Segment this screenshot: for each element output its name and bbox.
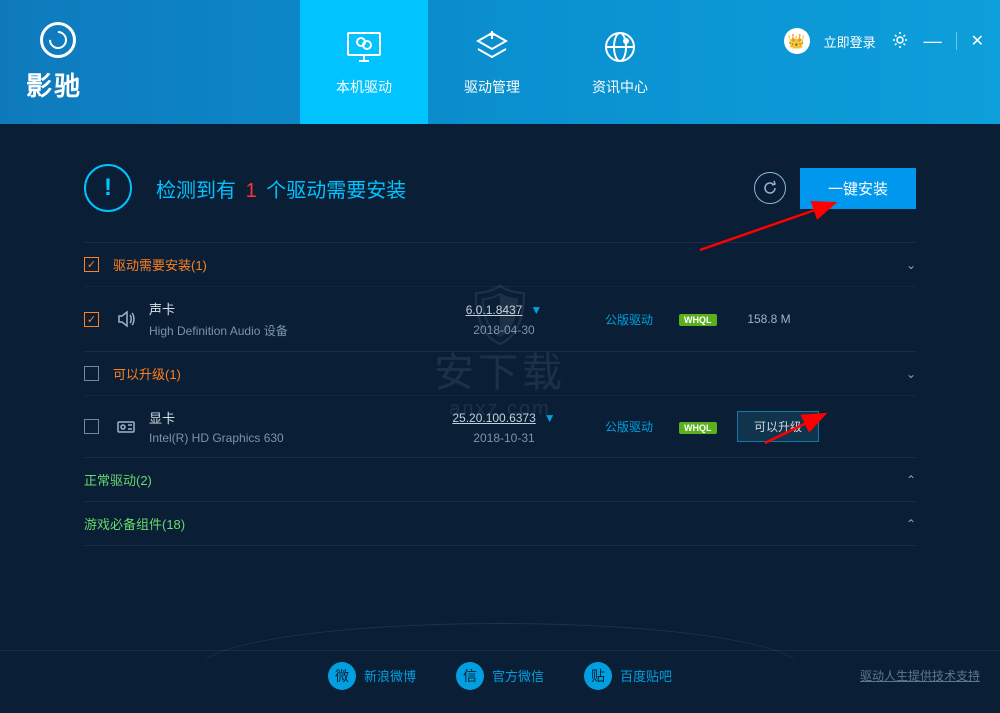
status-count: 1	[246, 180, 257, 202]
header-controls: 👑 立即登录 — ✕	[784, 28, 984, 54]
chevron-down-icon: ⌄	[906, 258, 916, 272]
driver-name: 声卡	[149, 299, 429, 318]
section-title: 驱动需要安装(1)	[113, 255, 207, 274]
settings-icon[interactable]	[890, 30, 910, 53]
status-message: 检测到有 1 个驱动需要安装	[156, 174, 406, 203]
footer-support[interactable]: 驱动人生提供技术支持	[860, 667, 980, 684]
footer-link-weibo[interactable]: 微 新浪微博	[328, 662, 416, 690]
chevron-down-icon: ⌄	[906, 367, 916, 381]
tab-label: 资讯中心	[592, 77, 648, 97]
footer-link-wechat[interactable]: 信 官方微信	[456, 662, 544, 690]
whql-badge: WHQL	[679, 314, 717, 326]
driver-date: 2018-04-30	[429, 323, 579, 337]
wechat-icon: 信	[456, 662, 484, 690]
driver-type[interactable]: 公版驱动	[605, 420, 653, 434]
driver-desc: Intel(R) HD Graphics 630	[149, 431, 429, 445]
driver-row-display: ✓ 显卡 Intel(R) HD Graphics 630 25.20.100.…	[84, 395, 916, 457]
section-need-install: ✓ 驱动需要安装(1) ⌄ ✓ 声卡 High Definition Audio…	[84, 242, 916, 351]
driver-type[interactable]: 公版驱动	[605, 313, 653, 327]
close-button[interactable]: ✕	[971, 31, 984, 51]
section-title: 正常驱动(2)	[84, 470, 152, 489]
gpu-icon	[115, 416, 137, 438]
checkbox-driver[interactable]: ✓	[84, 419, 99, 434]
chevron-up-icon: ⌃	[906, 473, 916, 487]
tab-label: 本机驱动	[336, 77, 392, 97]
upgrade-button[interactable]: 可以升级	[737, 411, 819, 442]
tab-local-drivers[interactable]: 本机驱动	[300, 0, 428, 124]
section-header-can-upgrade[interactable]: ✓ 可以升级(1) ⌄	[84, 352, 916, 395]
chevron-up-icon: ⌃	[906, 517, 916, 531]
section-normal: 正常驱动(2) ⌃	[84, 457, 916, 501]
checkbox-section[interactable]: ✓	[84, 366, 99, 381]
section-header-normal[interactable]: 正常驱动(2) ⌃	[84, 458, 916, 501]
checkbox-section[interactable]: ✓	[84, 257, 99, 272]
driver-size: 158.8 M	[729, 312, 809, 326]
tab-news-center[interactable]: 资讯中心	[556, 0, 684, 124]
install-all-button[interactable]: 一键安装	[800, 168, 916, 209]
section-header-game-required[interactable]: 游戏必备组件(18) ⌃	[84, 502, 916, 545]
divider	[956, 32, 957, 50]
tab-label: 驱动管理	[464, 77, 520, 97]
dropdown-icon[interactable]: ▼	[544, 411, 556, 425]
section-can-upgrade: ✓ 可以升级(1) ⌄ ✓ 显卡 Intel(R) HD Graphics 63…	[84, 351, 916, 457]
tab-driver-management[interactable]: 驱动管理	[428, 0, 556, 124]
whql-badge: WHQL	[679, 422, 717, 434]
checkbox-driver[interactable]: ✓	[84, 312, 99, 327]
footer-link-tieba[interactable]: 贴 百度贴吧	[584, 662, 672, 690]
speaker-icon	[115, 308, 137, 330]
section-header-need-install[interactable]: ✓ 驱动需要安装(1) ⌄	[84, 243, 916, 286]
app-header: 影驰 本机驱动 驱动管理 资讯中心 👑 立即登录 — ✕	[0, 0, 1000, 124]
user-avatar-icon[interactable]: 👑	[784, 28, 810, 54]
brand-logo: 影驰	[0, 0, 300, 124]
nav-tabs: 本机驱动 驱动管理 资讯中心	[300, 0, 684, 124]
alert-icon: !	[84, 164, 132, 212]
minimize-button[interactable]: —	[924, 31, 942, 52]
brand-logo-icon	[40, 22, 76, 58]
driver-date: 2018-10-31	[429, 431, 579, 445]
driver-name: 显卡	[149, 408, 429, 427]
driver-version[interactable]: 6.0.1.8437	[466, 303, 523, 317]
main-content: ! 检测到有 1 个驱动需要安装 一键安装 ✓ 驱动需要安装(1) ⌄ ✓ 声卡	[0, 124, 1000, 546]
section-title: 可以升级(1)	[113, 364, 181, 383]
section-game-required: 游戏必备组件(18) ⌃	[84, 501, 916, 546]
refresh-button[interactable]	[754, 172, 786, 204]
tieba-icon: 贴	[584, 662, 612, 690]
weibo-icon: 微	[328, 662, 356, 690]
driver-desc: High Definition Audio 设备	[149, 322, 429, 339]
driver-row-sound: ✓ 声卡 High Definition Audio 设备 6.0.1.8437…	[84, 286, 916, 351]
globe-icon	[600, 27, 640, 67]
footer: 微 新浪微博 信 官方微信 贴 百度贴吧 驱动人生提供技术支持	[0, 650, 1000, 700]
monitor-icon	[344, 27, 384, 67]
layers-icon	[472, 27, 512, 67]
driver-version[interactable]: 25.20.100.6373	[452, 411, 535, 425]
login-link[interactable]: 立即登录	[824, 32, 876, 51]
status-bar: ! 检测到有 1 个驱动需要安装 一键安装	[84, 124, 916, 242]
brand-name: 影驰	[26, 66, 82, 103]
dropdown-icon[interactable]: ▼	[530, 303, 542, 317]
section-title: 游戏必备组件(18)	[84, 514, 185, 533]
